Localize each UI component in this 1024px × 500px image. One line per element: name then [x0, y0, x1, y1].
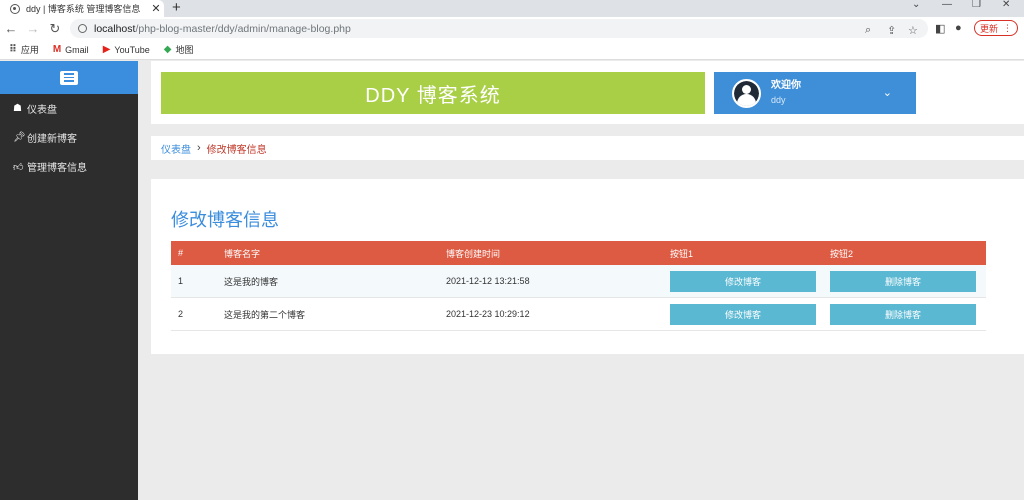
sidebar-item-dashboard[interactable]: ☗ 仪表盘	[0, 94, 138, 123]
url-host: localhost	[94, 22, 136, 35]
new-tab-button[interactable]: +	[172, 0, 181, 17]
user-menu[interactable]: 欢迎你 ddy ⌄	[714, 72, 916, 114]
bookmark-maps[interactable]: ◆ 地图	[164, 43, 194, 56]
breadcrumb: 仪表盘 › 修改博客信息	[151, 136, 1024, 160]
page-title: 修改博客信息	[171, 210, 279, 230]
blog-created-time: 2021-12-23 10:29:12	[446, 309, 530, 319]
bookmark-label: 应用	[20, 45, 39, 55]
update-label: 更新	[979, 23, 998, 34]
browser-tab[interactable]: ddy | 博客系统 管理博客信息 ✕	[0, 0, 164, 17]
maps-icon: ◆	[163, 44, 172, 55]
bookmark-label: YouTube	[114, 44, 150, 55]
url-path: /php-blog-master/ddy/admin/manage-blog.p…	[135, 22, 351, 35]
main-area: DDY 博客系统 欢迎你 ddy ⌄ 仪表盘 › 修改博客信息 修改博客信息 #…	[138, 61, 1024, 500]
profile-icon[interactable]: ●	[955, 22, 962, 34]
sidebar: ☗ 仪表盘 📌︎ 创建新博客 👍︎ 管理博客信息	[0, 61, 138, 500]
sidebar-item-label: 仪表盘	[27, 105, 57, 116]
site-info-icon[interactable]	[78, 24, 87, 33]
bookmark-gmail[interactable]: M Gmail	[53, 44, 89, 55]
delete-blog-button[interactable]: 删除博客	[830, 270, 976, 292]
share-icon[interactable]: ⇪	[887, 24, 896, 37]
bookmarks-bar: ⠿ 应用 M Gmail ▶ YouTube ◆ 地图	[0, 40, 1024, 60]
menu-toggle-icon[interactable]	[60, 70, 78, 85]
column-header: 博客创建时间	[446, 248, 501, 259]
chevron-right-icon: ›	[197, 142, 201, 154]
chevron-down-icon[interactable]: ⌄	[912, 0, 920, 12]
welcome-text: 欢迎你	[771, 80, 801, 91]
user-info: 欢迎你 ddy	[771, 79, 801, 107]
sidebar-header	[0, 61, 138, 94]
minimize-icon[interactable]: —	[942, 0, 952, 12]
tab-close-icon[interactable]: ✕	[148, 2, 164, 15]
blog-name: 这是我的博客	[224, 276, 279, 287]
table-row: 1 这是我的博客 2021-12-12 13:21:58 修改博客 删除博客	[171, 265, 986, 298]
sidebar-item-label: 管理博客信息	[27, 163, 87, 174]
more-vert-icon: ⋮	[1003, 22, 1012, 33]
breadcrumb-home-link[interactable]: 仪表盘	[161, 141, 191, 156]
username: ddy	[771, 95, 786, 105]
address-bar[interactable]: localhost/php-blog-master/ddy/admin/mana…	[70, 19, 928, 38]
blog-name: 这是我的第二个博客	[224, 309, 306, 320]
row-number: 2	[178, 309, 184, 319]
column-header: 按钮2	[830, 248, 854, 259]
address-toolbar: ← → ↻ localhost/php-blog-master/ddy/admi…	[0, 17, 1024, 40]
column-header: 按钮1	[670, 248, 694, 259]
header-panel: DDY 博客系统 欢迎你 ddy ⌄	[151, 61, 1024, 124]
back-icon[interactable]: ←	[0, 21, 22, 36]
bookmark-star-icon[interactable]: ☆	[908, 24, 918, 37]
edit-blog-button[interactable]: 修改博客	[670, 270, 816, 292]
table-row: 2 这是我的第二个博客 2021-12-23 10:29:12 修改博客 删除博…	[171, 298, 986, 331]
content-panel: 修改博客信息 # 博客名字 博客创建时间 按钮1 按钮2 1 这是我的博客 20…	[151, 179, 1024, 354]
dashboard-icon: ☗	[13, 103, 22, 114]
bookmark-youtube[interactable]: ▶ YouTube	[103, 44, 150, 55]
column-header: #	[178, 248, 184, 258]
window-close-icon[interactable]: ✕	[1002, 0, 1010, 12]
zoom-icon[interactable]: ⌕	[865, 24, 871, 37]
browser-tabstrip: ddy | 博客系统 管理博客信息 ✕ + ⌄ — ❐ ✕	[0, 0, 1024, 17]
tab-title: ddy | 博客系统 管理博客信息	[26, 4, 141, 14]
edit-blog-button[interactable]: 修改博客	[670, 303, 816, 325]
delete-blog-button[interactable]: 删除博客	[830, 303, 976, 325]
youtube-icon: ▶	[102, 44, 111, 55]
restore-icon[interactable]: ❐	[972, 0, 981, 12]
bookmark-label: 地图	[175, 45, 194, 55]
blog-created-time: 2021-12-12 13:21:58	[446, 276, 530, 286]
apps-grid-icon: ⠿	[9, 44, 17, 55]
sidebar-item-manage-blog[interactable]: 👍︎ 管理博客信息	[0, 152, 138, 181]
brand-banner: DDY 博客系统	[161, 72, 705, 114]
column-header: 博客名字	[224, 248, 261, 259]
bookmark-apps[interactable]: ⠿ 应用	[9, 43, 39, 56]
forward-icon[interactable]: →	[22, 21, 44, 36]
table-header: # 博客名字 博客创建时间 按钮1 按钮2	[171, 241, 986, 265]
thumbs-up-icon: 👍︎	[13, 161, 24, 173]
row-number: 1	[178, 276, 184, 286]
globe-icon	[10, 3, 20, 14]
bookmark-label: Gmail	[65, 44, 89, 55]
sidebar-item-create-blog[interactable]: 📌︎ 创建新博客	[0, 123, 138, 152]
pin-icon: 📌︎	[13, 132, 26, 143]
avatar	[732, 78, 761, 108]
side-panel-icon[interactable]: ◧	[935, 22, 945, 35]
breadcrumb-current: 修改博客信息	[206, 144, 267, 156]
reload-icon[interactable]: ↻	[44, 21, 66, 37]
update-button[interactable]: 更新 ⋮	[974, 20, 1018, 36]
blog-table: # 博客名字 博客创建时间 按钮1 按钮2 1 这是我的博客 2021-12-1…	[171, 241, 986, 331]
chevron-down-icon[interactable]: ⌄	[883, 86, 892, 99]
sidebar-item-label: 创建新博客	[27, 134, 77, 145]
gmail-icon: M	[52, 44, 62, 55]
